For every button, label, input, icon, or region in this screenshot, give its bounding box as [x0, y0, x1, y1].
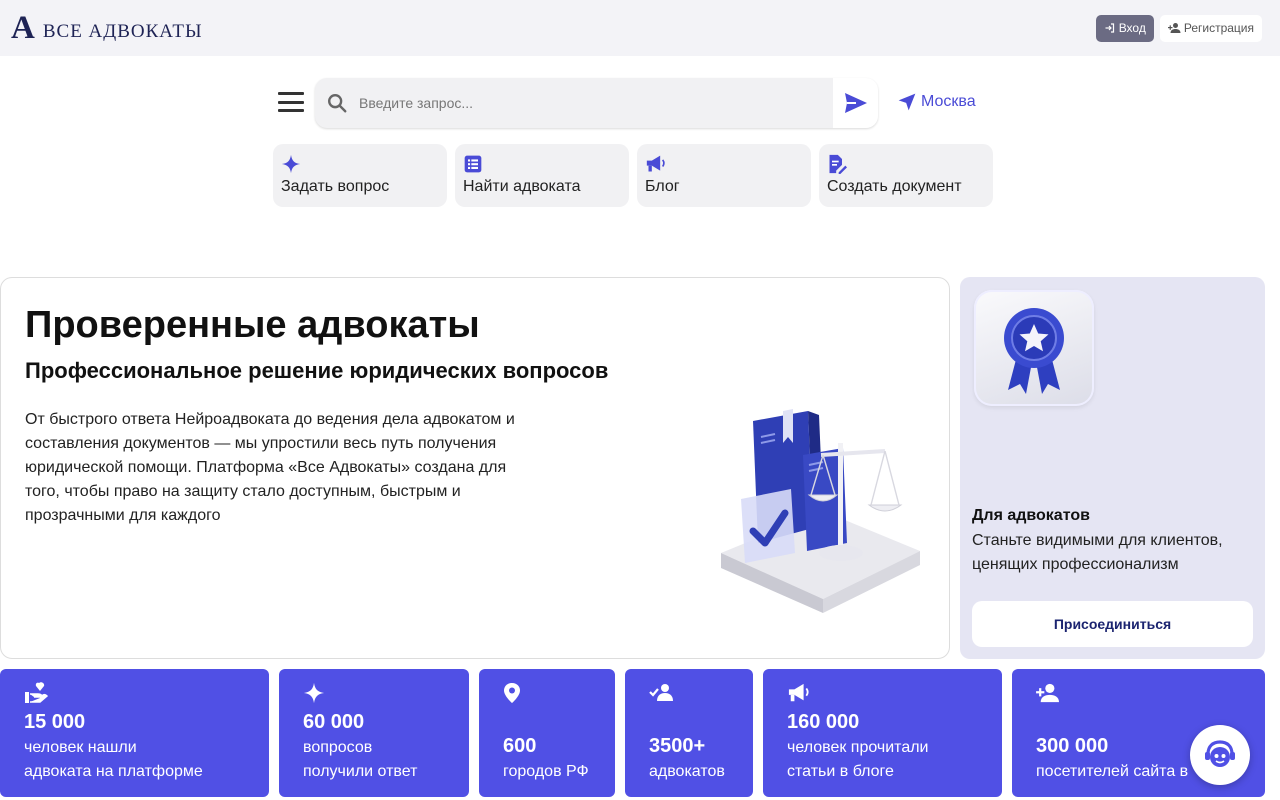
hand-heart-icon: [25, 682, 48, 703]
quick-action-ask-question[interactable]: Задать вопрос: [273, 144, 447, 207]
register-label: Регистрация: [1183, 21, 1254, 35]
promo-title: Для адвокатов: [972, 507, 1090, 524]
person-add-icon: [1167, 23, 1181, 33]
login-label: Вход: [1118, 21, 1146, 35]
city-label: Москва: [921, 93, 976, 110]
stat-value: 15 000: [24, 711, 86, 733]
send-button[interactable]: [833, 78, 878, 128]
promo-text: Станьте видимыми для клиентов, ценящих п…: [972, 532, 1223, 573]
lawyers-promo-card: Для адвокатов Станьте видимыми для клиен…: [960, 277, 1265, 659]
megaphone-icon: [788, 683, 809, 702]
stat-value: 160 000: [787, 711, 860, 733]
sparkle-icon: [281, 154, 301, 174]
megaphone-icon: [646, 155, 665, 172]
site-header: A ВСЕ АДВОКАТЫ Вход Регистрация: [0, 0, 1280, 56]
hero-title: Проверенные адвокаты: [25, 304, 480, 346]
award-ribbon-icon: [1004, 308, 1064, 394]
city-selector[interactable]: Москва: [897, 92, 976, 112]
quick-action-label: Блог: [645, 178, 680, 195]
login-icon: [1105, 23, 1114, 33]
users-check-icon: [649, 684, 673, 701]
site-logo[interactable]: A ВСЕ АДВОКАТЫ: [11, 10, 203, 46]
quick-action-label: Найти адвоката: [463, 178, 581, 195]
hero-subtitle: Профессиональное решение юридических воп…: [25, 358, 609, 383]
hero-section: Проверенные адвокаты Профессиональное ре…: [0, 277, 950, 659]
menu-line: [278, 92, 304, 95]
stat-label-line1: посетителей сайта в: [1036, 763, 1189, 780]
auth-buttons: Вход Регистрация: [1095, 14, 1262, 42]
person-add-icon: [1036, 683, 1059, 703]
stat-label-line2: получили ответ: [303, 763, 418, 780]
stat-value: 300 000: [1036, 735, 1109, 757]
stat-label-line2: адвоката на платформе: [24, 763, 203, 780]
stat-label-line1: человек нашли: [24, 739, 137, 756]
search-input[interactable]: [359, 78, 833, 128]
law-books-scales-illustration: [721, 409, 920, 613]
sparkle-icon: [303, 682, 325, 704]
stat-card-blog-readers: 160 000 человек прочитали статьи в блоге: [763, 669, 1002, 797]
menu-line: [278, 109, 304, 112]
document-edit-icon: [829, 154, 847, 174]
register-button[interactable]: Регистрация: [1159, 14, 1262, 42]
logo-text: ВСЕ АДВОКАТЫ: [42, 21, 203, 42]
location-pin-icon: [504, 683, 520, 703]
stat-card-lawyers-found: 15 000 человек нашли адвоката на платфор…: [0, 669, 269, 797]
award-badge-tile: [974, 290, 1094, 406]
stat-label-line2: статьи в блоге: [787, 763, 894, 780]
chat-assistant-button[interactable]: [1190, 725, 1250, 785]
stat-label-line1: адвокатов: [649, 763, 725, 780]
menu-line: [278, 100, 304, 104]
stat-card-lawyers-count: 3500+ адвокатов: [625, 669, 753, 797]
quick-action-find-lawyer[interactable]: Найти адвоката: [455, 144, 629, 207]
quick-action-label: Создать документ: [827, 178, 962, 195]
quick-action-create-document[interactable]: Создать документ: [819, 144, 993, 207]
stat-card-questions-answered: 60 000 вопросов получили ответ: [279, 669, 469, 797]
stat-value: 600: [503, 735, 537, 757]
hero-description: От быстрого ответа Нейроадвоката до веде…: [25, 411, 515, 524]
send-icon: [844, 93, 867, 113]
hamburger-menu-button[interactable]: [278, 92, 304, 112]
join-button[interactable]: Присоединиться: [972, 601, 1253, 647]
stat-value: 3500+: [649, 735, 706, 757]
stat-card-cities: 600 городов РФ: [479, 669, 615, 797]
quick-action-blog[interactable]: Блог: [637, 144, 811, 207]
logo-mark: A: [11, 10, 35, 46]
search-icon: [315, 92, 359, 114]
quick-action-label: Задать вопрос: [281, 178, 390, 195]
stat-label-line1: городов РФ: [503, 763, 589, 780]
list-icon: [464, 155, 482, 173]
navigation-arrow-icon: [898, 93, 916, 111]
stat-label-line1: человек прочитали: [787, 739, 929, 756]
search-bar: [315, 78, 878, 128]
stat-value: 60 000: [303, 711, 365, 733]
stat-label-line1: вопросов: [303, 739, 373, 756]
login-button[interactable]: Вход: [1095, 14, 1154, 42]
assistant-face-icon: [1205, 740, 1235, 767]
